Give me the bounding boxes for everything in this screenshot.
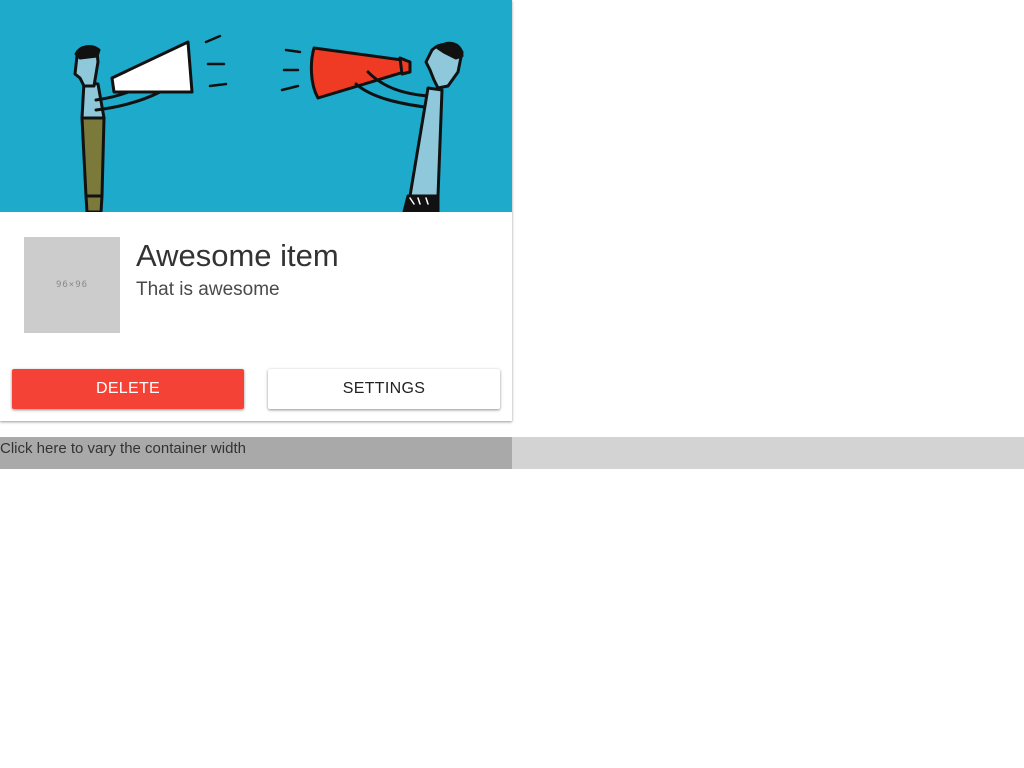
- thumbnail-size-label: 96×96: [55, 280, 89, 290]
- container-width-label: Click here to vary the container width: [0, 440, 246, 457]
- card-content: 96×96 Awesome item That is awesome: [0, 212, 512, 358]
- item-card: 96×96 Awesome item That is awesome DELET…: [0, 0, 512, 421]
- banner-image: [0, 0, 512, 212]
- thumbnail-placeholder: 96×96: [24, 237, 120, 333]
- megaphone-illustration: [0, 0, 512, 212]
- container-width-bar[interactable]: Click here to vary the container width: [0, 437, 1024, 469]
- delete-button[interactable]: DELETE: [12, 369, 244, 409]
- settings-button[interactable]: SETTINGS: [268, 369, 500, 409]
- item-title: Awesome item: [136, 238, 339, 273]
- item-subtitle: That is awesome: [136, 279, 280, 300]
